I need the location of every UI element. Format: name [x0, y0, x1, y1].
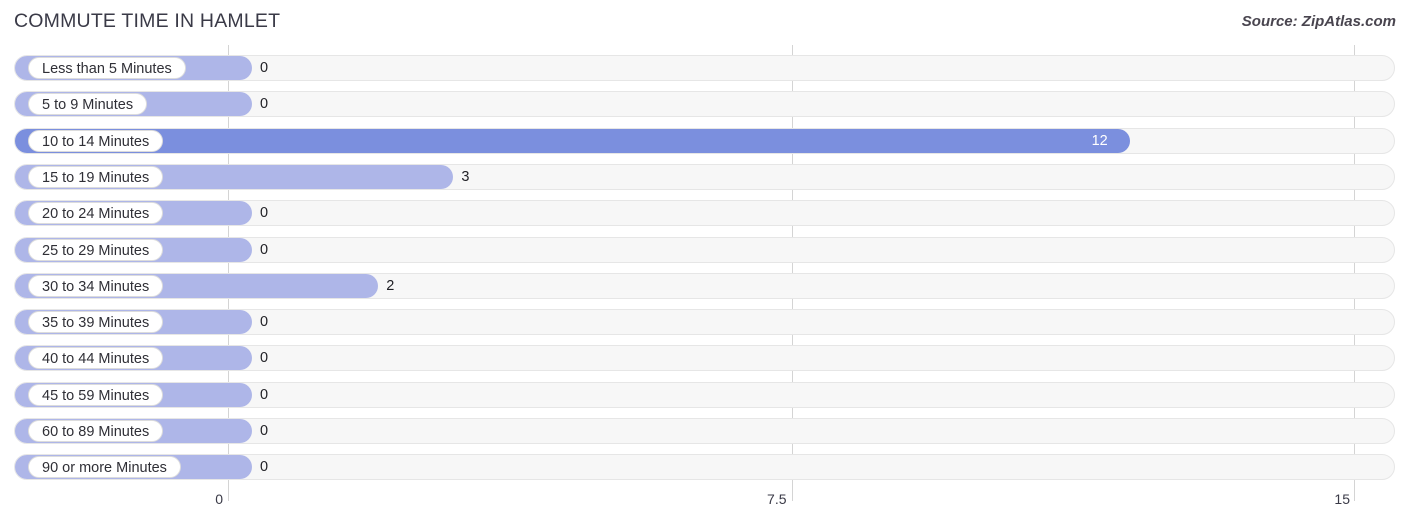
plot-area: Less than 5 Minutes 0 5 to 9 Minutes 0 10 to…: [0, 45, 1406, 485]
bar-value: 2: [386, 277, 395, 294]
table-row[interactable]: 25 to 29 Minutes 0: [0, 235, 1406, 265]
x-axis: 0 7.5 15: [0, 485, 1406, 523]
bar-value: 0: [260, 423, 269, 439]
table-row[interactable]: 15 to 19 Minutes 3: [0, 162, 1406, 192]
table-row[interactable]: 10 to 14 Minutes 12: [0, 126, 1406, 156]
category-label: 30 to 34 Minutes: [28, 274, 164, 297]
bar-highlighted[interactable]: [15, 128, 1130, 153]
table-row[interactable]: 5 to 9 Minutes 0: [0, 89, 1406, 119]
bar-value: 0: [260, 314, 269, 331]
table-row[interactable]: 40 to 44 Minutes 0: [0, 343, 1406, 373]
table-row[interactable]: 30 to 34 Minutes 2: [0, 271, 1406, 301]
category-label: 20 to 24 Minutes: [28, 202, 164, 225]
chart-container: COMMUTE TIME IN HAMLET Source: ZipAtlas.…: [0, 0, 1406, 523]
table-row[interactable]: 35 to 39 Minutes 0: [0, 307, 1406, 337]
x-tick-mark: [228, 485, 229, 501]
x-tick-label: 7.5: [767, 491, 787, 507]
bar-value: 0: [260, 241, 269, 258]
category-label: Less than 5 Minutes: [28, 57, 186, 79]
page-title: COMMUTE TIME IN HAMLET: [14, 10, 281, 32]
bar-value: 0: [260, 205, 269, 222]
bar-value: 0: [260, 60, 269, 76]
source-attribution: Source: ZipAtlas.com: [1241, 13, 1396, 30]
x-tick-mark: [791, 485, 793, 501]
category-label: 15 to 19 Minutes: [28, 165, 164, 188]
category-label: 90 or more Minutes: [28, 456, 181, 479]
category-label: 35 to 39 Minutes: [28, 311, 164, 334]
category-label: 25 to 29 Minutes: [28, 238, 164, 261]
category-label: 10 to 14 Minutes: [28, 129, 164, 152]
category-label: 40 to 44 Minutes: [28, 347, 164, 370]
table-row[interactable]: Less than 5 Minutes 0: [0, 53, 1406, 83]
table-row[interactable]: 45 to 59 Minutes 0: [0, 380, 1406, 410]
bar-value: 0: [260, 350, 269, 367]
table-row[interactable]: 90 or more Minutes 0: [0, 452, 1406, 482]
category-label: 60 to 89 Minutes: [28, 420, 164, 442]
bar-rows: Less than 5 Minutes 0 5 to 9 Minutes 0 10 to…: [0, 45, 1406, 485]
bar-value: 0: [260, 386, 269, 403]
bar-value: 0: [260, 96, 269, 113]
bar-value: 0: [260, 459, 269, 476]
x-tick-label: 15: [1334, 491, 1350, 507]
category-label: 45 to 59 Minutes: [28, 383, 164, 406]
bar-value: 3: [461, 168, 470, 185]
bar-value-inside: 12: [1091, 132, 1108, 149]
x-tick-mark: [1354, 485, 1355, 501]
chart-header: COMMUTE TIME IN HAMLET Source: ZipAtlas.…: [0, 0, 1406, 45]
category-label: 5 to 9 Minutes: [28, 93, 148, 116]
table-row[interactable]: 60 to 89 Minutes 0: [0, 416, 1406, 446]
table-row[interactable]: 20 to 24 Minutes 0: [0, 198, 1406, 228]
x-tick-label: 0: [215, 491, 223, 507]
